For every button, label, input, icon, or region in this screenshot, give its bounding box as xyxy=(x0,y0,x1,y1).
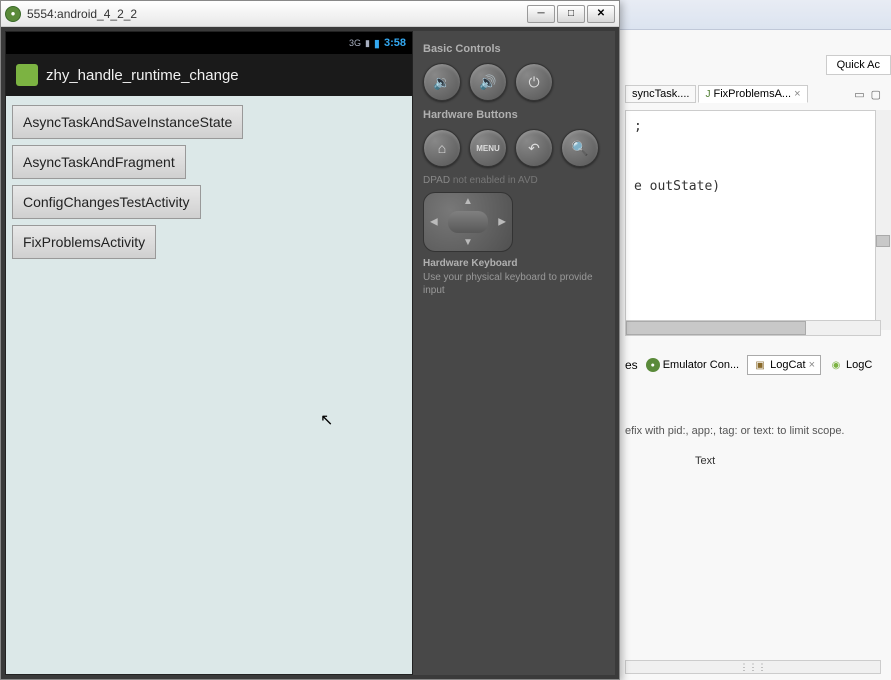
logcat-filter-hint: efix with pid:, app:, tag: or text: to l… xyxy=(625,425,845,437)
quick-access-button[interactable]: Quick Ac xyxy=(826,55,891,75)
emulator-side-controls: Basic Controls 🔉 🔊 ⏻ Hardware Buttons ⌂ xyxy=(413,31,615,675)
tab-label: LogCat xyxy=(770,359,805,371)
code-line xyxy=(634,149,872,164)
dpad-up[interactable]: ▲ xyxy=(463,196,473,207)
logcat-icon: ▣ xyxy=(753,358,767,372)
editor-toolbar-icons: ▭ ▢ xyxy=(854,88,881,101)
code-editor[interactable]: ; e outState) xyxy=(625,110,881,330)
window-controls: ─ □ ✕ xyxy=(527,5,615,23)
button-asynctask-fragment[interactable]: AsyncTaskAndFragment xyxy=(12,145,186,179)
hardware-keyboard-hint: Use your physical keyboard to provide in… xyxy=(423,271,605,297)
power-icon: ⏻ xyxy=(528,74,539,91)
button-configchanges[interactable]: ConfigChangesTestActivity xyxy=(12,185,201,219)
dpad-center[interactable] xyxy=(448,211,488,233)
network-type: 3G xyxy=(349,38,361,48)
android-app-bar: zhy_handle_runtime_change xyxy=(6,54,412,96)
app-launcher-icon xyxy=(16,64,38,86)
logcat-column-header-text: Text xyxy=(695,455,715,467)
search-icon: 🔍 xyxy=(571,140,588,157)
close-button[interactable]: ✕ xyxy=(587,5,615,23)
editor-tabs: syncTask.... J FixProblemsA... × xyxy=(625,85,808,103)
menu-button[interactable]: MENU xyxy=(469,129,507,167)
hardware-buttons-label: Hardware Buttons xyxy=(423,109,605,121)
horizontal-scrollbar[interactable] xyxy=(625,320,881,336)
bottom-horizontal-scrollbar[interactable]: ⋮⋮⋮ xyxy=(625,660,881,674)
scrollbar-thumb[interactable] xyxy=(626,321,806,335)
volume-down-button[interactable]: 🔉 xyxy=(423,63,461,101)
editor-tab-fixproblems[interactable]: J FixProblemsA... × xyxy=(698,85,807,103)
maximize-view-icon[interactable]: ▢ xyxy=(871,88,881,101)
menu-label: MENU xyxy=(476,144,500,153)
tab-label: Emulator Con... xyxy=(663,359,739,371)
home-button[interactable]: ⌂ xyxy=(423,129,461,167)
tab-logcat[interactable]: ▣ LogCat × xyxy=(747,355,821,375)
back-button[interactable]: ↶ xyxy=(515,129,553,167)
dpad-left[interactable]: ◀ xyxy=(430,217,438,228)
tab-label: LogC xyxy=(846,359,872,371)
ide-top-bar xyxy=(620,0,891,30)
volume-up-icon: 🔊 xyxy=(479,74,496,91)
volume-up-button[interactable]: 🔊 xyxy=(469,63,507,101)
maximize-button[interactable]: □ xyxy=(557,5,585,23)
dpad-label: DPAD not enabled in AVD xyxy=(423,175,605,186)
clock: 3:58 xyxy=(384,37,406,49)
android-status-bar[interactable]: 3G ▮ ▮ 3:58 xyxy=(6,32,412,54)
code-line xyxy=(634,134,872,149)
code-line: ; xyxy=(634,119,872,134)
code-line xyxy=(634,164,872,179)
emulator-title: 5554:android_4_2_2 xyxy=(27,7,527,21)
minimize-button[interactable]: ─ xyxy=(527,5,555,23)
tab-logcat-2[interactable]: ◉ LogC xyxy=(824,356,877,374)
scrollbar-thumb[interactable] xyxy=(876,235,890,247)
home-icon: ⌂ xyxy=(438,140,446,156)
tab-label: syncTask.... xyxy=(632,88,689,100)
dpad-control[interactable]: ▲ ▼ ◀ ▶ xyxy=(423,192,513,252)
emulator-icon: ● xyxy=(646,358,660,372)
app-title: zhy_handle_runtime_change xyxy=(46,67,239,84)
android-screen[interactable]: 3G ▮ ▮ 3:58 zhy_handle_runtime_change As… xyxy=(5,31,413,675)
volume-down-icon: 🔉 xyxy=(433,74,450,91)
basic-controls-label: Basic Controls xyxy=(423,43,605,55)
tab-partial-label: es xyxy=(625,358,638,372)
editor-tab-asynctask[interactable]: syncTask.... xyxy=(625,85,696,103)
app-content-area[interactable]: AsyncTaskAndSaveInstanceState AsyncTaskA… xyxy=(6,96,412,674)
code-line: e outState) xyxy=(634,179,872,194)
android-icon: ◉ xyxy=(829,358,843,372)
minimize-view-icon[interactable]: ▭ xyxy=(854,88,864,101)
emulator-titlebar[interactable]: ● 5554:android_4_2_2 ─ □ ✕ xyxy=(1,1,619,27)
bottom-view-tabs: es ● Emulator Con... ▣ LogCat × ◉ LogC xyxy=(625,355,877,375)
button-asynctask-saveinstance[interactable]: AsyncTaskAndSaveInstanceState xyxy=(12,105,243,139)
emulator-body: 3G ▮ ▮ 3:58 zhy_handle_runtime_change As… xyxy=(1,27,619,679)
tab-label: FixProblemsA... xyxy=(713,88,791,100)
search-button[interactable]: 🔍 xyxy=(561,129,599,167)
tab-close-icon[interactable]: × xyxy=(794,88,800,100)
button-fixproblems[interactable]: FixProblemsActivity xyxy=(12,225,156,259)
hardware-keyboard-label: Hardware Keyboard xyxy=(423,258,605,269)
power-button[interactable]: ⏻ xyxy=(515,63,553,101)
emulator-window: ● 5554:android_4_2_2 ─ □ ✕ 3G ▮ ▮ 3:58 z… xyxy=(0,0,620,680)
vertical-scrollbar[interactable] xyxy=(875,110,891,330)
emulator-app-icon: ● xyxy=(5,6,21,22)
battery-icon: ▮ xyxy=(374,37,380,50)
back-icon: ↶ xyxy=(528,140,540,157)
signal-icon: ▮ xyxy=(365,38,370,49)
tab-emulator-control[interactable]: ● Emulator Con... xyxy=(641,356,744,374)
tab-close-icon[interactable]: × xyxy=(809,359,815,371)
dpad-down[interactable]: ▼ xyxy=(463,237,473,248)
status-icons: 3G ▮ ▮ 3:58 xyxy=(349,37,406,50)
java-file-icon: J xyxy=(705,89,710,100)
dpad-right[interactable]: ▶ xyxy=(498,217,506,228)
